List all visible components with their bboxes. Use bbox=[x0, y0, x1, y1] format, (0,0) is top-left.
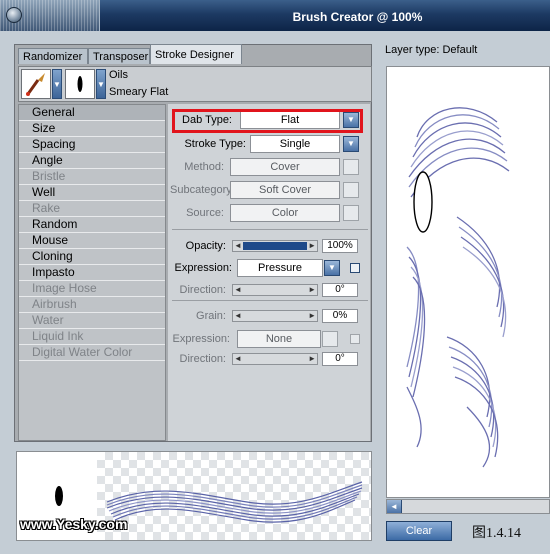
watermark: www.Yesky.com bbox=[20, 516, 128, 532]
stroke-type-label: Stroke Type: bbox=[184, 138, 246, 150]
category-dropdown-button[interactable]: ▼ bbox=[52, 69, 62, 99]
category-item-digital-water-color: Digital Water Color bbox=[19, 345, 165, 361]
grain-expression-label: Expression: bbox=[172, 333, 230, 345]
tab-stroke-designer[interactable]: Stroke Designer bbox=[150, 44, 242, 64]
layer-type-label: Layer type: Default bbox=[385, 44, 478, 56]
grain-direction-value: 0° bbox=[322, 352, 358, 366]
expression-label: Expression: bbox=[174, 262, 232, 274]
grain-value: 0% bbox=[322, 309, 358, 323]
category-item-well[interactable]: Well bbox=[19, 185, 165, 201]
figure-label: 图1.4.14 bbox=[472, 526, 521, 541]
category-item-impasto[interactable]: Impasto bbox=[19, 265, 165, 281]
direction-value: 0° bbox=[322, 283, 358, 297]
expression-dropdown-button[interactable]: ▼ bbox=[324, 260, 340, 276]
category-item-size[interactable]: Size bbox=[19, 121, 165, 137]
tab-randomizer[interactable]: Randomizer bbox=[18, 48, 88, 64]
grain-expression-invert-checkbox bbox=[350, 334, 360, 344]
brush-cursor-outline bbox=[413, 171, 433, 233]
brush-category-icon[interactable] bbox=[21, 69, 51, 99]
category-item-airbrush: Airbrush bbox=[19, 297, 165, 313]
grain-direction-slider: ◄ ► bbox=[232, 353, 318, 365]
source-dropdown-button bbox=[343, 205, 359, 221]
expression-select[interactable]: Pressure bbox=[237, 259, 323, 277]
canvas-scrollbar[interactable]: ◄ bbox=[386, 499, 550, 514]
subcategory-select: Soft Cover bbox=[230, 181, 340, 199]
opacity-slider-fill bbox=[243, 242, 307, 250]
dab-type-highlight bbox=[172, 109, 363, 133]
subcategory-label: Subcategory: bbox=[170, 184, 235, 196]
category-list: General Size Spacing Angle Bristle Well … bbox=[18, 104, 166, 441]
source-label: Source: bbox=[186, 207, 224, 219]
category-item-mouse[interactable]: Mouse bbox=[19, 233, 165, 249]
category-item-image-hose: Image Hose bbox=[19, 281, 165, 297]
brush-variant-name: Smeary Flat bbox=[109, 86, 169, 98]
grain-expression-select: None bbox=[237, 330, 321, 348]
category-item-liquid-ink: Liquid Ink bbox=[19, 329, 165, 345]
category-item-rake: Rake bbox=[19, 201, 165, 217]
category-item-spacing[interactable]: Spacing bbox=[19, 137, 165, 153]
brush-variant-icon[interactable] bbox=[65, 69, 95, 99]
brush-category-name: Oils bbox=[109, 69, 128, 81]
grain-direction-label: Direction: bbox=[179, 353, 226, 365]
tab-transposer[interactable]: Transposer bbox=[88, 48, 150, 64]
method-select: Cover bbox=[230, 158, 340, 176]
opacity-label: Opacity: bbox=[185, 240, 226, 252]
opacity-value[interactable]: 100% bbox=[322, 239, 358, 253]
window-title: Brush Creator @ 100% bbox=[292, 10, 423, 24]
stroke-type-dropdown-button[interactable]: ▼ bbox=[343, 136, 359, 152]
category-item-cloning[interactable]: Cloning bbox=[19, 249, 165, 265]
grain-slider: ◄ ► bbox=[232, 310, 318, 322]
method-label: Method: bbox=[184, 161, 224, 173]
divider bbox=[172, 229, 368, 230]
app-icon[interactable] bbox=[6, 7, 22, 23]
dab-shape-preview bbox=[55, 486, 63, 506]
brush-selector-bar: ▼ ▼ Oils Smeary Flat bbox=[18, 66, 372, 102]
canvas-strokes bbox=[406, 107, 510, 468]
opacity-slider[interactable]: ◄ ► bbox=[232, 240, 318, 252]
grain-label: Grain: bbox=[196, 310, 226, 322]
category-item-general[interactable]: General bbox=[19, 105, 165, 121]
source-select: Color bbox=[230, 204, 340, 222]
stroke-sample bbox=[106, 481, 363, 523]
category-item-bristle: Bristle bbox=[19, 169, 165, 185]
category-item-random[interactable]: Random bbox=[19, 217, 165, 233]
direction-slider: ◄ ► bbox=[232, 284, 318, 296]
expression-invert-checkbox[interactable] bbox=[350, 263, 360, 273]
grain-expression-dropdown-button bbox=[322, 331, 338, 347]
title-bar: Brush Creator @ 100% bbox=[0, 0, 550, 31]
variant-dropdown-button[interactable]: ▼ bbox=[96, 69, 106, 99]
scroll-left-button[interactable]: ◄ bbox=[387, 500, 402, 513]
subcategory-dropdown-button bbox=[343, 182, 359, 198]
scratch-canvas[interactable] bbox=[386, 66, 550, 498]
category-item-water: Water bbox=[19, 313, 165, 329]
divider bbox=[172, 300, 368, 301]
direction-label: Direction: bbox=[179, 284, 226, 296]
stroke-type-select[interactable]: Single bbox=[250, 135, 340, 153]
method-dropdown-button bbox=[343, 159, 359, 175]
clear-button[interactable]: Clear bbox=[386, 521, 452, 541]
category-item-angle[interactable]: Angle bbox=[19, 153, 165, 169]
